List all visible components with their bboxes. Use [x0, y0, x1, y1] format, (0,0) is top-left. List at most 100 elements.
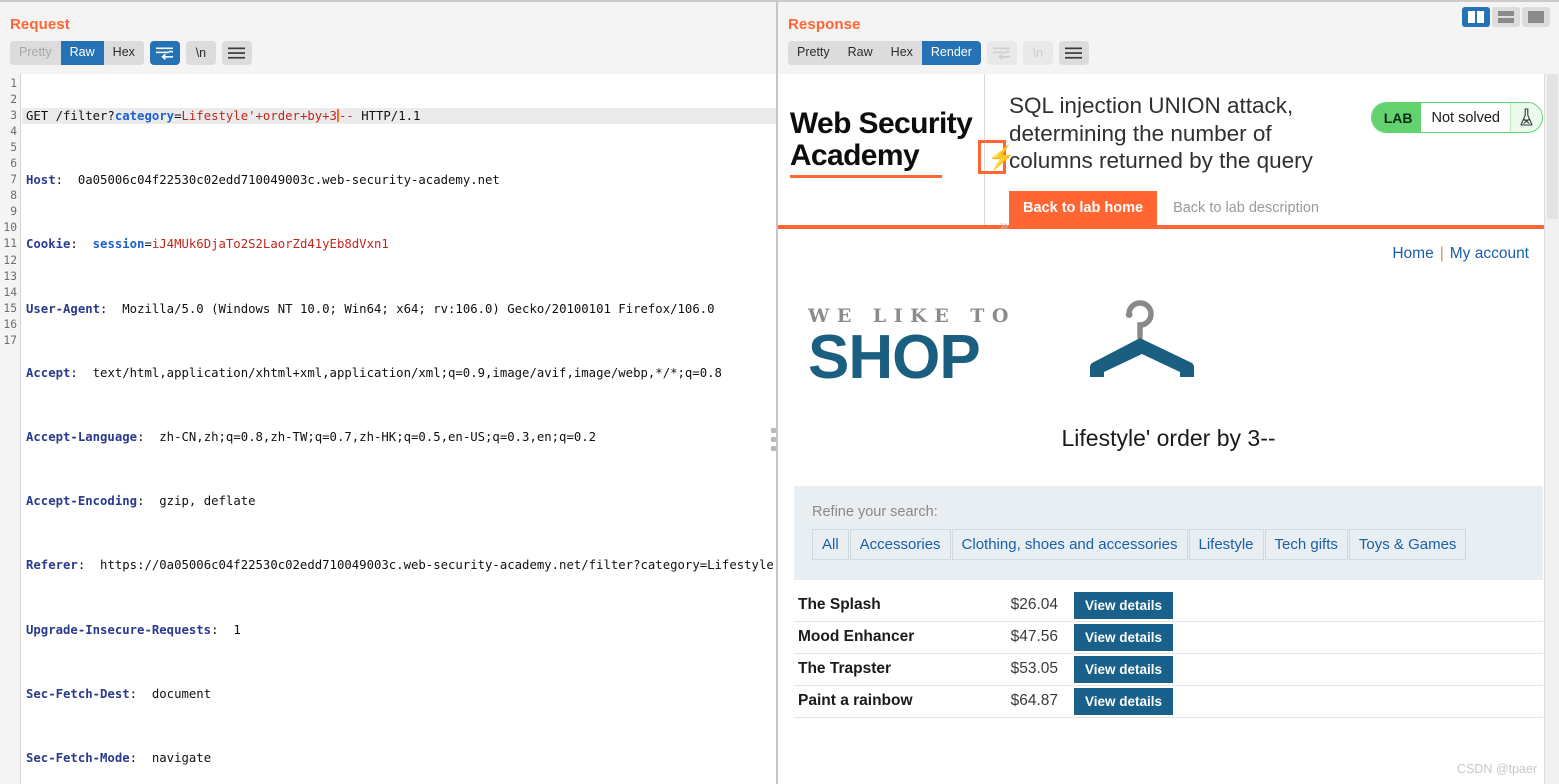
nav-separator: | [1439, 244, 1444, 262]
header-value-sec-fetch-dest: document [151, 686, 212, 701]
line-number: 10 [3, 221, 17, 235]
tab-response-hex[interactable]: Hex [881, 41, 922, 65]
coat-hanger-icon [1086, 297, 1195, 398]
line-number: 16 [3, 317, 17, 331]
category-filter-clothing-shoes-and-accessories[interactable]: Clothing, shoes and accessories [951, 528, 1188, 560]
table-row: Paint a rainbow $64.87 View details [794, 686, 1543, 718]
line-number: 6 [10, 157, 17, 171]
response-pane: Response Pretty Raw Hex Render \n Web Se… [778, 0, 1559, 784]
shop-page: Home | My account WE LIKE TO SHOP Lifestyl… [778, 229, 1559, 718]
line-number: 1 [10, 77, 17, 90]
request-code[interactable]: GET /filter?category=Lifestyle'+order+by… [22, 76, 777, 784]
line-number: 9 [10, 205, 17, 219]
pane-splitter[interactable] [771, 0, 780, 784]
response-scrollbar[interactable] [1544, 74, 1559, 784]
header-name-cookie: Cookie [26, 237, 71, 252]
header-value-host: 0a05006c04f22530c02edd710049003c.web-sec… [77, 173, 500, 188]
newline-icon-label: \n [195, 46, 207, 60]
line-number: 15 [3, 301, 17, 315]
request-editor[interactable]: 1 2 3 4 5 6 7 8 9 10 11 12 13 14 15 16 17 GET /filter?ca… [0, 74, 777, 784]
tab-response-render[interactable]: Render [921, 41, 981, 65]
view-details-button[interactable]: View details [1074, 655, 1174, 683]
menu-icon[interactable] [1058, 41, 1089, 65]
product-price: $53.05 [1010, 660, 1058, 677]
cookie-value: iJ4MUk6DjaTo2S2LaorZd41yEb8dVxn1 [151, 237, 389, 252]
line-number: 11 [3, 237, 17, 251]
tab-response-pretty[interactable]: Pretty [788, 41, 839, 65]
layout-single-icon[interactable] [1522, 7, 1550, 27]
category-filter-toys-and-games[interactable]: Toys & Games [1348, 528, 1467, 560]
nav-link-home[interactable]: Home [1392, 245, 1433, 262]
request-line-8: Referer: https://0a05006c04f22530c02edd7… [26, 558, 774, 573]
request-method: GET /filter? [26, 109, 115, 124]
lab-status-cell: LAB Not solved [1359, 74, 1559, 225]
request-line-1: GET /filter?category=Lifestyle'+order+by… [22, 108, 777, 125]
header-name-accept-encoding: Accept-Encoding [26, 494, 138, 509]
scrollbar-thumb[interactable] [1547, 74, 1558, 219]
word-wrap-icon[interactable] [149, 41, 180, 65]
product-name: Mood Enhancer [798, 628, 915, 645]
logo-line-1: Web Security [789, 107, 973, 141]
request-pane: Request Pretty Raw Hex \n 1 2 3 4 5 6 7 … [0, 0, 778, 784]
response-pane-title: Response [788, 16, 861, 33]
lab-banner: Web Security Academy ⚡ SQL injection UNI… [778, 74, 1559, 234]
line-number: 17 [3, 333, 17, 347]
line-number: 2 [10, 93, 17, 107]
product-list: The Splash $26.04 View details Mood Enha… [794, 580, 1543, 718]
line-number: 7 [10, 173, 17, 187]
view-details-button[interactable]: View details [1074, 687, 1174, 715]
product-price: $64.87 [1010, 692, 1058, 709]
view-details-button[interactable]: View details [1074, 623, 1174, 651]
newline-icon-label: \n [1032, 46, 1044, 60]
tab-request-hex[interactable]: Hex [103, 41, 144, 65]
newline-icon[interactable]: \n [185, 41, 216, 65]
header-value-accept-language: zh-CN,zh;q=0.8,zh-TW;q=0.7,zh-HK;q=0.5,e… [159, 430, 597, 445]
back-to-lab-description-link[interactable]: Back to lab description [1173, 200, 1319, 216]
category-filter-all[interactable]: All [812, 528, 849, 560]
request-line-2: Host: 0a05006c04f22530c02edd710049003c.w… [26, 173, 500, 188]
category-filter-lifestyle[interactable]: Lifestyle [1188, 528, 1264, 560]
word-wrap-icon [986, 41, 1017, 65]
table-row: The Splash $26.04 View details [794, 590, 1543, 622]
layout-stacked-icon[interactable] [1492, 7, 1520, 27]
tab-request-pretty[interactable]: Pretty [10, 41, 61, 65]
status-badge-state: Not solved [1421, 103, 1510, 132]
category-filter-tech-gifts[interactable]: Tech gifts [1264, 528, 1348, 560]
product-name: Paint a rainbow [798, 692, 913, 709]
nav-link-my-account[interactable]: My account [1450, 245, 1529, 262]
category-filter-accessories[interactable]: Accessories [849, 528, 951, 560]
watermark: CSDN @tpaer [1456, 762, 1537, 776]
header-name-user-agent: User-Agent [26, 301, 101, 316]
layout-toggle-group [1462, 7, 1550, 27]
request-line-10: Sec-Fetch-Dest: document [26, 686, 212, 701]
splitter-grip[interactable] [771, 428, 776, 451]
refine-search-label: Refine your search: [812, 503, 938, 520]
web-security-academy-logo[interactable]: Web Security Academy ⚡ [778, 74, 1016, 225]
burp-suite-window: Request Pretty Raw Hex \n 1 2 3 4 5 6 7 … [0, 0, 1559, 784]
request-toolbar: Pretty Raw Hex \n [0, 33, 777, 72]
status-badge-tag: LAB [1371, 103, 1422, 132]
line-number: 3 [10, 109, 17, 123]
header-name-accept-language: Accept-Language [26, 430, 138, 445]
expand-chevron-icon[interactable]: » [1000, 217, 1008, 234]
header-name-sec-fetch-dest: Sec-Fetch-Dest [26, 686, 130, 701]
request-payload: Lifestyle'+order+by+3 [181, 109, 337, 124]
search-results-heading: Lifestyle' order by 3-- [1061, 424, 1276, 451]
status-badge[interactable]: LAB Not solved [1370, 102, 1543, 133]
rendered-response: Web Security Academy ⚡ SQL injection UNI… [778, 74, 1559, 784]
lightning-bolt-icon: ⚡ [978, 140, 1016, 175]
layout-side-by-side-icon[interactable] [1462, 7, 1490, 27]
tab-response-raw[interactable]: Raw [838, 41, 882, 65]
back-to-lab-home-button[interactable]: Back to lab home [1009, 190, 1158, 225]
view-details-button[interactable]: View details [1074, 591, 1174, 619]
newline-icon: \n [1022, 41, 1053, 65]
refine-search-box: Refine your search: All Accessories Clot… [794, 485, 1543, 580]
flask-icon [1510, 103, 1542, 132]
line-number: 5 [10, 141, 17, 155]
request-line-11: Sec-Fetch-Mode: navigate [26, 750, 212, 765]
tab-request-raw[interactable]: Raw [60, 41, 104, 65]
request-line-4: User-Agent: Mozilla/5.0 (Windows NT 10.0… [26, 301, 715, 316]
request-line-7: Accept-Encoding: gzip, deflate [26, 494, 256, 509]
menu-icon[interactable] [221, 41, 252, 65]
header-name-referer: Referer [26, 558, 78, 573]
